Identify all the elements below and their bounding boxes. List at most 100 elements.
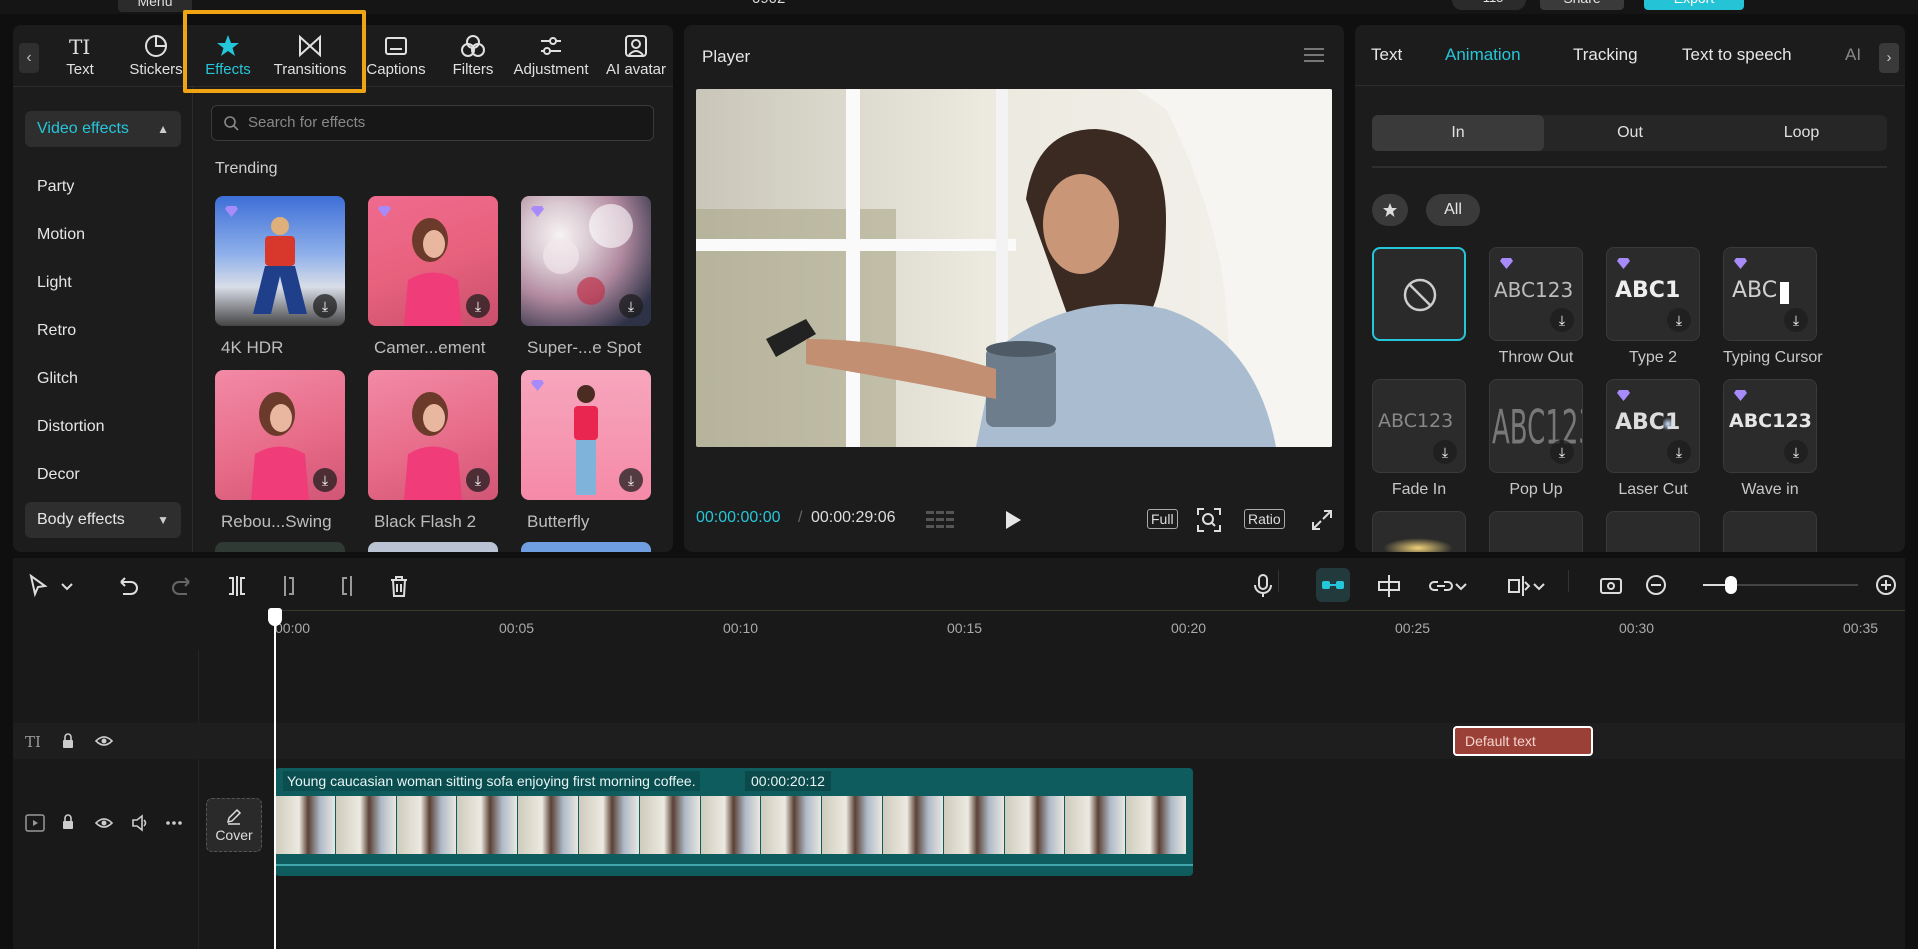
- animation-partial[interactable]: [1606, 511, 1700, 552]
- effect-card-super-spot[interactable]: ⤓ Super-...e Spot: [521, 196, 651, 358]
- effect-card-partial[interactable]: [368, 542, 498, 552]
- effect-card-4k-hdr[interactable]: ⤓ 4K HDR: [215, 196, 345, 358]
- download-icon[interactable]: ⤓: [1433, 440, 1457, 464]
- chevron-down-icon[interactable]: [59, 572, 75, 600]
- tool-adjustment[interactable]: Adjustment: [509, 33, 593, 83]
- effect-card-rebound-swing[interactable]: ⤓ Rebou...Swing: [215, 370, 345, 532]
- eye-icon[interactable]: [95, 734, 113, 748]
- animation-wave-in[interactable]: ABC123 ⤓ Wave in: [1723, 379, 1817, 499]
- tool-captions[interactable]: Captions: [359, 33, 433, 83]
- lock-icon[interactable]: [61, 814, 75, 830]
- tab-text-to-speech[interactable]: Text to speech: [1682, 45, 1792, 65]
- category-retro[interactable]: Retro: [37, 322, 76, 340]
- favorites-filter-chip[interactable]: [1372, 194, 1408, 226]
- link-icon[interactable]: [1427, 572, 1455, 600]
- animation-type-2[interactable]: ABC1 ⤓ Type 2: [1606, 247, 1700, 367]
- playhead[interactable]: [274, 610, 276, 949]
- category-party[interactable]: Party: [37, 178, 74, 196]
- download-icon[interactable]: ⤓: [1667, 308, 1691, 332]
- main-track-magnet-toggle[interactable]: [1316, 568, 1350, 602]
- fullscreen-icon[interactable]: [1311, 509, 1333, 531]
- category-glitch[interactable]: Glitch: [37, 370, 78, 388]
- effect-card-butterfly[interactable]: ⤓ Butterfly: [521, 370, 651, 532]
- microphone-icon[interactable]: [1249, 572, 1277, 600]
- segment-loop[interactable]: Loop: [1716, 115, 1887, 151]
- chevron-down-icon[interactable]: [1531, 572, 1547, 600]
- segment-out[interactable]: Out: [1544, 115, 1716, 151]
- tool-stickers[interactable]: Stickers: [121, 33, 191, 83]
- delete-trash-icon[interactable]: [385, 572, 413, 600]
- undo-icon[interactable]: [113, 572, 141, 600]
- cover-button[interactable]: Cover: [206, 798, 262, 852]
- download-icon[interactable]: ⤓: [313, 294, 337, 318]
- download-icon[interactable]: ⤓: [1784, 440, 1808, 464]
- effects-search-input[interactable]: Search for effects: [211, 105, 654, 141]
- project-title[interactable]: 0902: [752, 0, 785, 7]
- animation-throw-out[interactable]: ABC123 ⤓ Throw Out: [1489, 247, 1583, 367]
- download-icon[interactable]: ⤓: [1550, 308, 1574, 332]
- tool-filters[interactable]: Filters: [441, 33, 505, 83]
- animation-partial[interactable]: [1372, 511, 1466, 552]
- zoom-out-icon[interactable]: [1643, 572, 1671, 600]
- eye-icon[interactable]: [95, 816, 113, 830]
- body-effects-category[interactable]: Body effects ▼: [25, 502, 181, 538]
- effect-card-black-flash-2[interactable]: ⤓ Black Flash 2: [368, 370, 498, 532]
- download-icon[interactable]: ⤓: [1784, 308, 1808, 332]
- split-icon[interactable]: [223, 572, 251, 600]
- download-icon[interactable]: ⤓: [466, 294, 490, 318]
- full-quality-button[interactable]: Full: [1147, 509, 1178, 529]
- download-icon[interactable]: ⤓: [466, 468, 490, 492]
- animation-typing-cursor[interactable]: ABC ⤓ Typing Cursor: [1723, 247, 1823, 367]
- animation-none[interactable]: [1372, 247, 1466, 341]
- segment-in[interactable]: In: [1372, 115, 1544, 151]
- category-decor[interactable]: Decor: [37, 466, 80, 484]
- zoom-to-fit-icon[interactable]: [1597, 572, 1625, 600]
- category-light[interactable]: Light: [37, 274, 72, 292]
- ratio-button[interactable]: Ratio: [1244, 509, 1285, 529]
- split-left-icon[interactable]: [277, 572, 305, 600]
- animation-partial[interactable]: [1723, 511, 1817, 552]
- split-right-icon[interactable]: [331, 572, 359, 600]
- share-button[interactable]: Share: [1540, 0, 1624, 10]
- chevron-down-icon[interactable]: [1453, 572, 1469, 600]
- export-button[interactable]: Export: [1644, 0, 1744, 10]
- video-preview[interactable]: [696, 89, 1332, 447]
- effect-card-camera-movement[interactable]: ⤓ Camer...ement: [368, 196, 498, 358]
- download-icon[interactable]: ⤓: [1550, 440, 1574, 464]
- play-icon[interactable]: [1004, 510, 1022, 530]
- zoom-slider-handle[interactable]: [1725, 576, 1737, 594]
- time-ruler[interactable]: 00:00 00:05 00:10 00:15 00:20 00:25 00:3…: [275, 614, 1905, 642]
- waveform-icon[interactable]: [926, 509, 958, 531]
- select-pointer-icon[interactable]: [25, 572, 53, 600]
- speaker-volume-icon[interactable]: [131, 814, 149, 832]
- category-motion[interactable]: Motion: [37, 226, 85, 244]
- tab-tracking[interactable]: Tracking: [1573, 45, 1638, 65]
- download-icon[interactable]: ⤓: [619, 294, 643, 318]
- zoom-fit-icon[interactable]: [1196, 507, 1222, 533]
- hamburger-menu-icon[interactable]: [1304, 47, 1324, 63]
- effect-card-partial[interactable]: [215, 542, 345, 552]
- text-clip[interactable]: Default text: [1453, 726, 1593, 756]
- animation-fade-in[interactable]: ABC123 ⤓ Fade In: [1372, 379, 1466, 499]
- zoom-in-icon[interactable]: [1873, 572, 1901, 600]
- video-effects-category[interactable]: Video effects ▲: [25, 111, 181, 147]
- tab-animation[interactable]: Animation: [1445, 45, 1521, 65]
- animation-partial[interactable]: [1489, 511, 1583, 552]
- tab-text[interactable]: Text: [1371, 45, 1402, 65]
- auto-snap-icon[interactable]: [1375, 572, 1403, 600]
- tab-ai[interactable]: AI: [1845, 45, 1861, 65]
- tabs-next-button[interactable]: ›: [1879, 43, 1899, 73]
- video-clip[interactable]: Young caucasian woman sitting sofa enjoy…: [275, 768, 1193, 876]
- all-filter-chip[interactable]: All: [1426, 194, 1480, 226]
- download-icon[interactable]: ⤓: [619, 468, 643, 492]
- more-options-icon[interactable]: [165, 820, 183, 826]
- lock-icon[interactable]: [61, 733, 75, 749]
- tabs-prev-button[interactable]: ‹: [19, 43, 39, 73]
- preview-axis-icon[interactable]: [1505, 572, 1533, 600]
- credits-badge[interactable]: • 115: [1452, 0, 1526, 10]
- menu-button[interactable]: Menu: [118, 0, 192, 12]
- playhead-handle[interactable]: [268, 608, 282, 626]
- tool-ai-avatar[interactable]: AI avatar: [603, 33, 669, 83]
- category-distortion[interactable]: Distortion: [37, 418, 105, 436]
- download-icon[interactable]: ⤓: [1667, 440, 1691, 464]
